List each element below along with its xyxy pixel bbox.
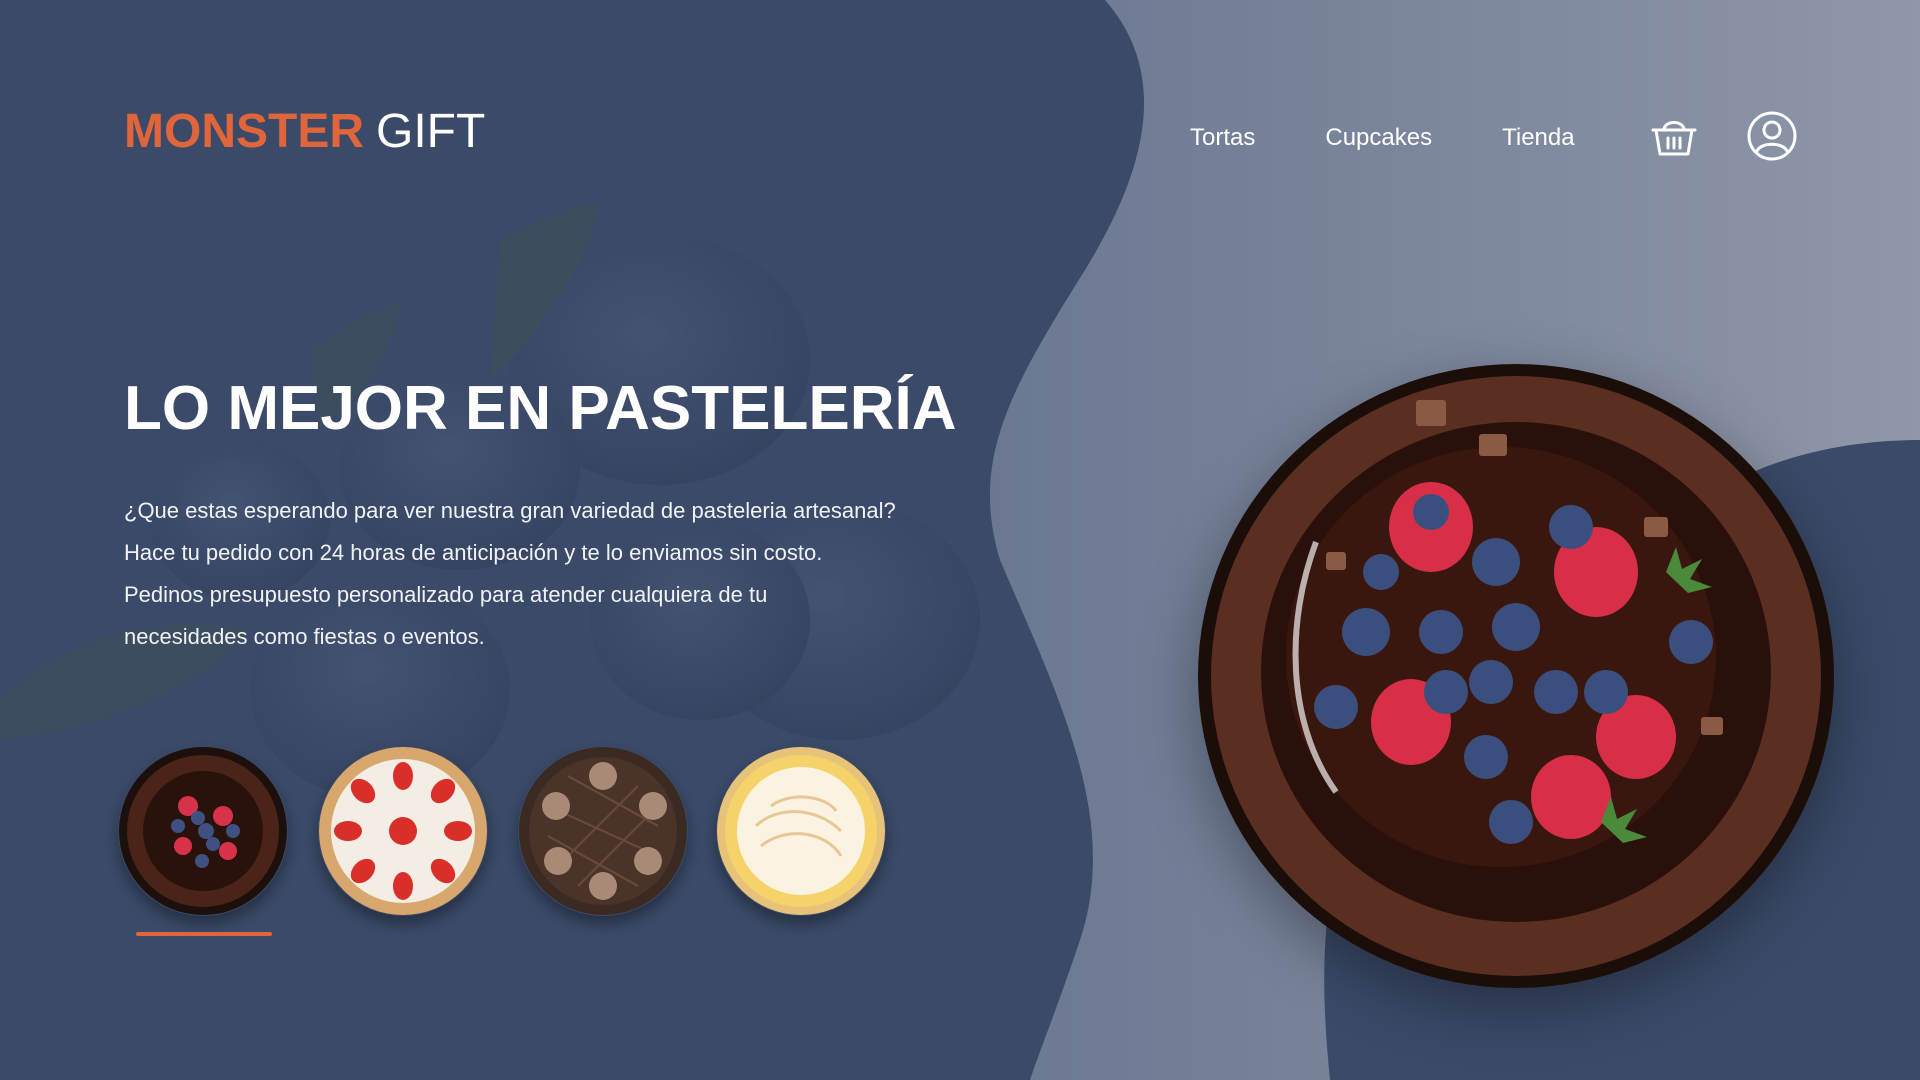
thumb-chocolate-rosette-cake[interactable] [518, 746, 688, 916]
thumb-strawberry-cream-tart[interactable] [318, 746, 488, 916]
user-account-button[interactable] [1746, 110, 1798, 162]
main-nav: Tortas Cupcakes Tienda [1190, 124, 1645, 152]
hero-line-4: necesidades como fiestas o eventos. [124, 624, 485, 649]
selected-thumb-indicator [136, 932, 272, 936]
brand-logo[interactable]: MONSTER GIFT [124, 108, 485, 156]
cart-button[interactable] [1648, 110, 1700, 162]
hero-line-3: Pedinos presupuesto personalizado para a… [124, 582, 768, 607]
brand-main-text: GIFT [376, 105, 486, 158]
thumb-lemon-meringue-pie[interactable] [716, 746, 886, 916]
hero-title: LO MEJOR EN PASTELERÍA [124, 374, 957, 443]
basket-icon [1651, 121, 1697, 156]
thumb-chocolate-berry-cake[interactable] [118, 746, 288, 916]
nav-link-tortas[interactable]: Tortas [1190, 124, 1255, 152]
hero-cake-image [1198, 364, 1834, 988]
brand-accent-text: MONSTER [124, 105, 364, 158]
hero-description: ¿Que estas esperando para ver nuestra gr… [124, 490, 984, 658]
nav-link-cupcakes[interactable]: Cupcakes [1325, 124, 1432, 152]
nav-link-tienda[interactable]: Tienda [1502, 124, 1575, 152]
user-account-icon [1747, 111, 1797, 161]
hero-line-2: Hace tu pedido con 24 horas de anticipac… [124, 540, 823, 565]
hero-line-1: ¿Que estas esperando para ver nuestra gr… [124, 498, 896, 523]
